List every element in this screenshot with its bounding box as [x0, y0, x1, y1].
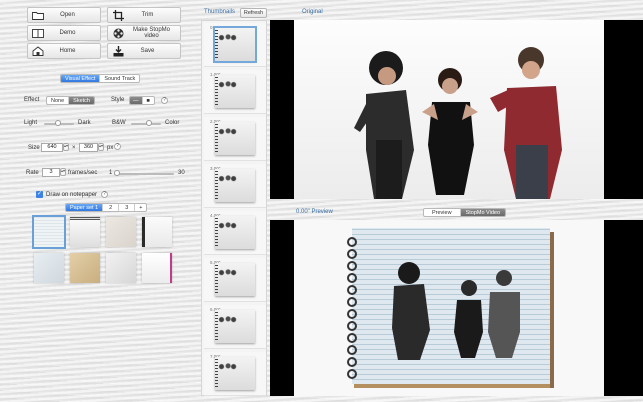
- thumbnails-title: Thumbnails: [204, 9, 236, 15]
- refresh-button[interactable]: Refresh: [240, 8, 267, 18]
- home-button[interactable]: Home: [27, 43, 101, 59]
- original-pane: [270, 20, 643, 199]
- film-reel-icon: [111, 27, 125, 39]
- paper-grid: [31, 214, 175, 286]
- paper-option[interactable]: [139, 250, 175, 286]
- paper-option[interactable]: [67, 250, 103, 286]
- thumbnail-item[interactable]: 5.00": [204, 258, 266, 302]
- paper-set-selector: Paper set 1 2 3 +: [65, 203, 148, 212]
- height-field[interactable]: 360: [79, 143, 98, 152]
- rate-max-label: 30: [178, 170, 185, 176]
- size-unit-label: px: [107, 145, 114, 151]
- preview-pane: [270, 220, 643, 396]
- rate-field[interactable]: 3: [42, 168, 60, 177]
- demo-button[interactable]: Demo: [27, 25, 101, 41]
- rate-slider-knob[interactable]: [114, 170, 120, 176]
- make-stopmo-button[interactable]: Make StopMo video: [107, 25, 181, 41]
- size-x-label: ×: [72, 145, 76, 151]
- paper-option[interactable]: [67, 214, 103, 250]
- original-image: [294, 20, 604, 199]
- thumbnail-item[interactable]: 6.00": [204, 305, 266, 349]
- bw-label: B&W: [112, 120, 126, 126]
- style-option-fill[interactable]: ■: [143, 97, 154, 104]
- paper-set-1-option[interactable]: Paper set 1: [66, 204, 104, 211]
- folder-icon: [31, 9, 45, 21]
- open-label: Open: [60, 12, 75, 18]
- preview-tabs: Preview StopMo Video: [423, 208, 507, 217]
- preview-time-label: 0.00" Preview: [296, 209, 333, 215]
- paper-option[interactable]: [139, 214, 175, 250]
- crop-icon: [111, 9, 125, 21]
- book-icon: [31, 27, 45, 39]
- preview-image: [294, 220, 604, 396]
- paper-option[interactable]: [103, 250, 139, 286]
- demo-label: Demo: [59, 30, 76, 36]
- add-paper-set-button[interactable]: +: [135, 204, 146, 211]
- thumbnail-list[interactable]: 0.00" 1.00" 2.00" 3.00" 4.00" 5.00" 6.00…: [201, 20, 267, 396]
- rate-label: Rate: [26, 170, 39, 176]
- thumbnail-item[interactable]: 1.00": [204, 70, 266, 114]
- notepaper-label: Draw on notepaper: [46, 192, 98, 198]
- width-field[interactable]: 640: [41, 143, 63, 152]
- style-selector: — ■: [129, 96, 155, 105]
- bw-slider-knob[interactable]: [146, 120, 152, 126]
- light-label: Light: [24, 120, 38, 126]
- rate-slider-track[interactable]: [114, 173, 174, 175]
- original-label: Original: [302, 9, 323, 15]
- make-stopmo-label: Make StopMo video: [132, 27, 171, 39]
- effect-label: Effect: [24, 97, 40, 103]
- thumbnail-item[interactable]: 7.00": [204, 352, 266, 396]
- paper-set-2-option[interactable]: 2: [103, 204, 120, 211]
- thumbnail-item[interactable]: 2.00": [204, 117, 266, 161]
- trim-label: Trim: [141, 12, 154, 18]
- style-label: Style: [111, 97, 125, 103]
- tab-stopmo-video[interactable]: StopMo Video: [460, 209, 506, 216]
- paper-set-3-option[interactable]: 3: [119, 204, 136, 211]
- tab-visual-effect[interactable]: Visual Effect: [61, 75, 101, 82]
- tab-sound-track[interactable]: Sound Track: [100, 75, 139, 82]
- notepaper-help-icon[interactable]: ?: [101, 191, 108, 198]
- effect-selector: None Sketch: [46, 96, 95, 105]
- width-stepper[interactable]: ▴▾: [63, 143, 69, 151]
- rate-min-label: 1: [109, 170, 113, 176]
- tab-preview[interactable]: Preview: [424, 209, 461, 216]
- rate-stepper[interactable]: ▴▾: [60, 168, 66, 176]
- thumbnail-item[interactable]: 3.00": [204, 164, 266, 208]
- thumbnail-item[interactable]: 0.00": [204, 23, 266, 67]
- trim-button[interactable]: Trim: [107, 7, 181, 23]
- style-option-line[interactable]: —: [130, 97, 143, 104]
- effect-none-option[interactable]: None: [47, 97, 70, 104]
- notepaper-checkbox[interactable]: ✓: [36, 191, 43, 198]
- height-stepper[interactable]: ▴▾: [98, 143, 104, 151]
- home-label: Home: [59, 48, 76, 54]
- rate-unit-label: frames/sec: [68, 170, 98, 176]
- download-icon: [111, 45, 125, 57]
- paper-option[interactable]: [31, 214, 67, 250]
- sketch-notebook-image: [347, 228, 554, 388]
- thumbnail-item[interactable]: 4.00": [204, 211, 266, 255]
- open-button[interactable]: Open: [27, 7, 101, 23]
- paper-option[interactable]: [31, 250, 67, 286]
- save-label: Save: [140, 48, 155, 54]
- save-button[interactable]: Save: [107, 43, 181, 59]
- dark-label: Dark: [78, 120, 91, 126]
- effect-sketch-option[interactable]: Sketch: [69, 97, 94, 104]
- paper-option[interactable]: [103, 214, 139, 250]
- house-icon: [31, 45, 45, 57]
- color-label: Color: [165, 120, 180, 126]
- size-help-icon[interactable]: ?: [114, 143, 121, 150]
- light-slider-knob[interactable]: [54, 120, 61, 126]
- people-photo: [354, 47, 562, 199]
- size-label: Size: [28, 145, 40, 151]
- effect-tabs: Visual Effect Sound Track: [60, 74, 141, 83]
- style-help-icon[interactable]: ?: [161, 97, 168, 104]
- refresh-label: Refresh: [243, 10, 264, 16]
